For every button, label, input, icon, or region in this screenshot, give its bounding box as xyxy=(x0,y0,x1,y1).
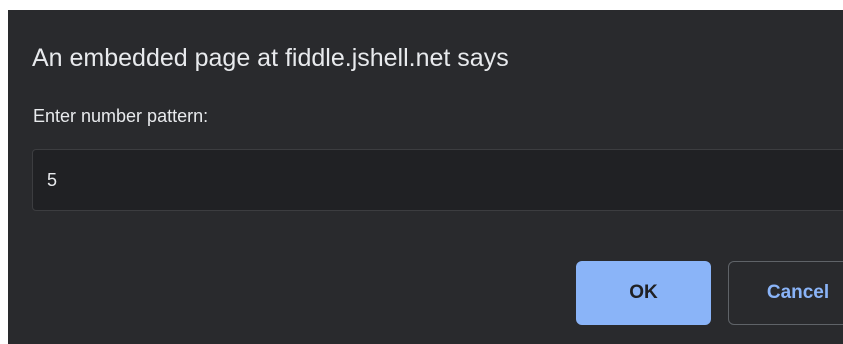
cancel-button[interactable]: Cancel xyxy=(728,261,843,325)
dialog-title: An embedded page at fiddle.jshell.net sa… xyxy=(32,44,509,72)
prompt-dialog: An embedded page at fiddle.jshell.net sa… xyxy=(8,10,843,344)
ok-button[interactable]: OK xyxy=(576,261,711,325)
prompt-label: Enter number pattern: xyxy=(33,106,209,126)
prompt-input[interactable] xyxy=(32,149,843,211)
